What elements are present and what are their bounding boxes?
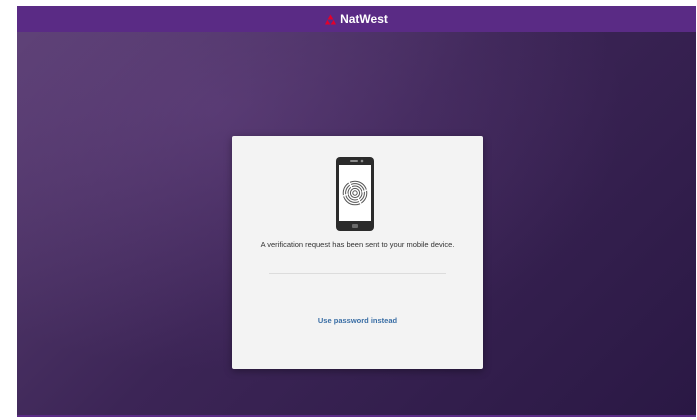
app-window: NatWest A verification request has been … xyxy=(17,6,696,417)
verification-card: A verification request has been sent to … xyxy=(232,136,483,369)
top-bar: NatWest xyxy=(17,6,696,32)
brand-name: NatWest xyxy=(340,12,388,26)
use-password-link[interactable]: Use password instead xyxy=(232,316,483,325)
bottom-bar xyxy=(17,415,696,417)
divider xyxy=(269,273,446,274)
verification-message: A verification request has been sent to … xyxy=(260,240,455,249)
phone-fingerprint-icon xyxy=(336,157,374,231)
brand: NatWest xyxy=(325,12,388,26)
main-background: A verification request has been sent to … xyxy=(17,32,696,417)
natwest-logo-icon xyxy=(325,13,337,25)
